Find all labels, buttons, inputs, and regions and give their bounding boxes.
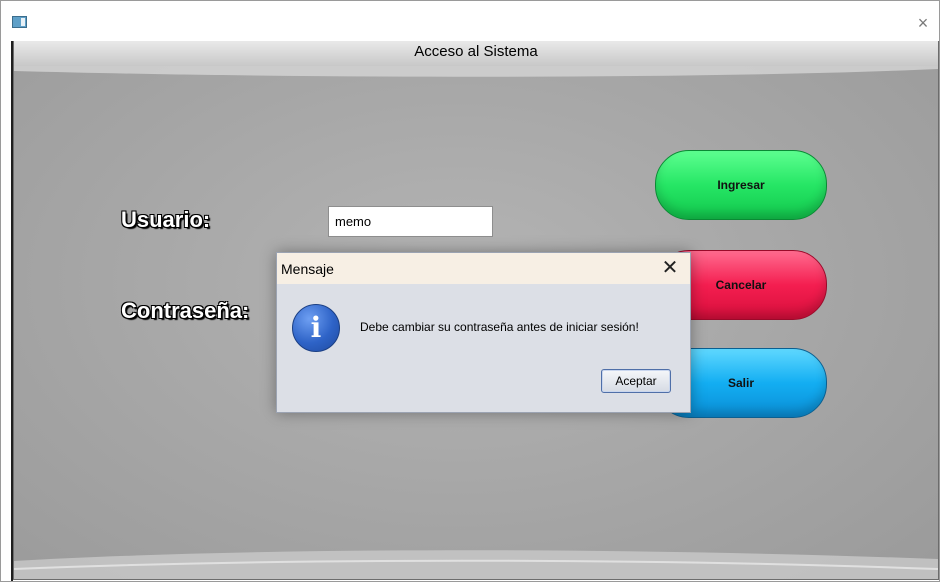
footer-wave-decoration — [14, 550, 938, 579]
page-title: Acceso al Sistema — [414, 43, 538, 60]
info-icon: i — [292, 304, 340, 352]
window-close-icon[interactable]: × — [913, 13, 933, 33]
user-input[interactable] — [328, 206, 493, 237]
message-dialog: Mensaje ✕ i Debe cambiar su contraseña a… — [276, 252, 691, 413]
header-wave-decoration — [14, 65, 938, 77]
dialog-message: Debe cambiar su contraseña antes de inic… — [360, 320, 639, 334]
login-button[interactable]: Ingresar — [655, 150, 827, 220]
app-window-icon — [12, 16, 27, 28]
window-title-bar: × — [3, 3, 937, 41]
user-label: Usuario: — [121, 207, 211, 232]
dialog-title: Mensaje — [281, 261, 334, 277]
accept-button[interactable]: Aceptar — [601, 369, 671, 393]
header-strip: Acceso al Sistema — [14, 41, 938, 66]
dialog-close-icon[interactable]: ✕ — [658, 256, 682, 280]
window-left-edge — [1, 41, 13, 581]
password-label: Contraseña: — [121, 298, 250, 323]
dialog-title-bar: Mensaje ✕ — [277, 253, 690, 284]
